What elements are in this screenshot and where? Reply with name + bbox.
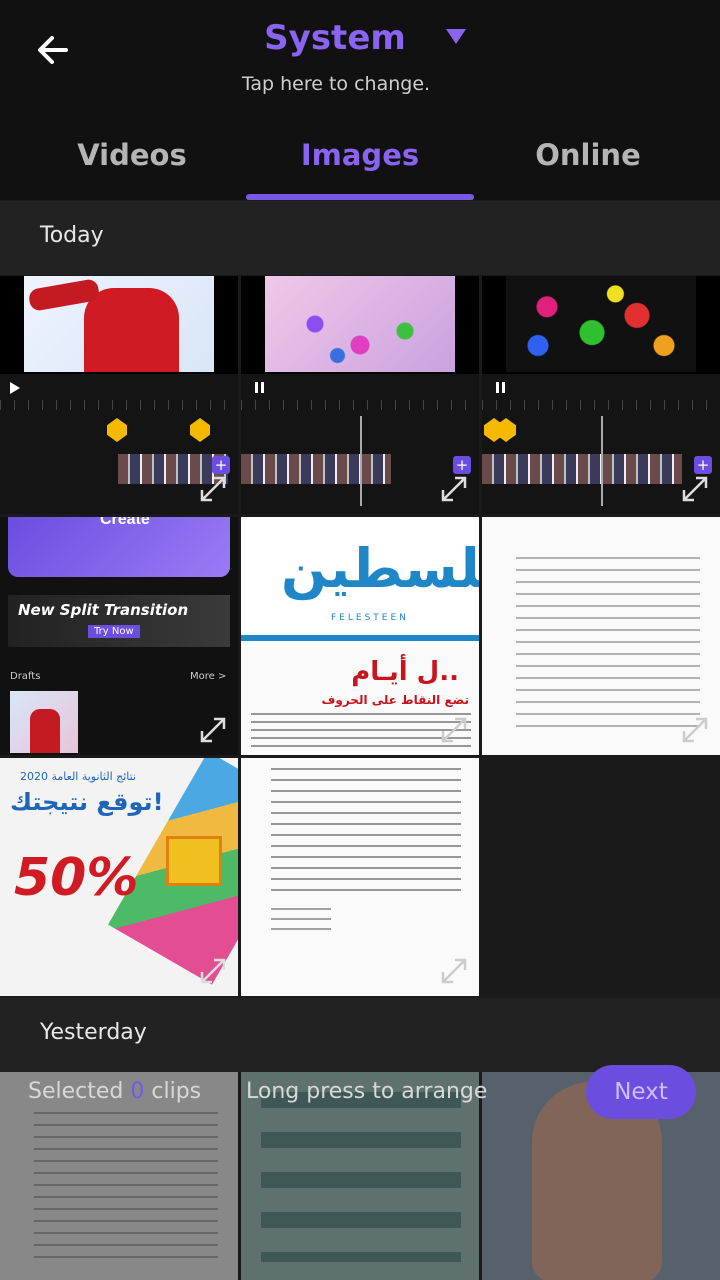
create-label: Create xyxy=(100,517,150,528)
timeline-ruler xyxy=(482,400,720,410)
promo-header: نتائج الثانوية العامة 2020 xyxy=(20,770,137,783)
arrange-hint: Long press to arrange xyxy=(246,1079,488,1104)
masthead-subtitle: FELESTEEN xyxy=(331,613,409,623)
image-thumbnail[interactable]: + xyxy=(0,276,238,514)
expand-icon[interactable] xyxy=(680,474,710,504)
pause-icon xyxy=(496,382,499,393)
newspaper-subheadline: تضع النقاط على الحروف xyxy=(321,693,469,707)
timeline-ruler xyxy=(0,400,238,410)
selected-suffix: clips xyxy=(151,1079,202,1104)
section-label: Today xyxy=(40,223,104,248)
newspaper-masthead: فلسطين FELESTEEN xyxy=(241,517,479,647)
playhead xyxy=(360,416,362,506)
dropdown-caret-icon[interactable] xyxy=(445,28,467,46)
expand-icon[interactable] xyxy=(198,474,228,504)
image-thumbnail[interactable]: + xyxy=(482,276,720,514)
masthead-title: فلسطين xyxy=(281,537,479,600)
section-header-today: Today xyxy=(0,201,720,275)
draft-thumbnail xyxy=(10,691,78,753)
active-tab-indicator xyxy=(246,194,474,200)
promo-title: توقع نتيجتك! xyxy=(10,788,164,816)
preview-frame xyxy=(24,276,214,372)
album-change-hint[interactable]: Tap here to change. xyxy=(0,73,672,95)
clip-track xyxy=(241,454,391,484)
gift-box xyxy=(166,836,222,886)
add-clip-icon: + xyxy=(694,456,712,474)
banner-text: New Split Transition xyxy=(18,601,189,619)
image-thumbnail[interactable]: Create New Split Transition Try Now Draf… xyxy=(0,517,238,755)
playhead xyxy=(601,416,603,506)
add-clip-icon: + xyxy=(453,456,471,474)
banner-badge: Try Now xyxy=(88,625,140,638)
image-thumbnail[interactable]: نتائج الثانوية العامة 2020 توقع نتيجتك! … xyxy=(0,758,238,996)
drafts-label: Drafts xyxy=(10,671,41,682)
tab-images[interactable]: Images xyxy=(246,138,474,172)
clip-track xyxy=(482,454,682,484)
next-button[interactable]: Next xyxy=(586,1065,696,1119)
expand-icon[interactable] xyxy=(680,715,710,745)
section-header-yesterday: Yesterday xyxy=(0,998,720,1072)
transition-banner: New Split Transition Try Now xyxy=(8,595,230,647)
add-clip-icon: + xyxy=(212,456,230,474)
pause-icon xyxy=(255,382,258,393)
expand-icon[interactable] xyxy=(439,474,469,504)
expand-icon[interactable] xyxy=(439,956,469,986)
preview-frame xyxy=(506,276,696,372)
image-thumbnail[interactable]: + xyxy=(241,276,479,514)
more-label: More > xyxy=(190,671,227,682)
section-label: Yesterday xyxy=(40,1020,147,1045)
image-thumbnail[interactable] xyxy=(482,517,720,755)
selection-status: Selected 0 clips xyxy=(28,1079,201,1104)
image-thumbnail[interactable]: فلسطين FELESTEEN ل أيـام.. تضع النقاط عل… xyxy=(241,517,479,755)
image-thumbnail[interactable] xyxy=(241,758,479,996)
create-card: Create xyxy=(8,517,230,577)
preview-frame xyxy=(265,276,455,372)
selected-prefix: Selected xyxy=(28,1079,124,1104)
tab-online[interactable]: Online xyxy=(474,138,702,172)
promo-discount: 50% xyxy=(14,848,139,908)
selected-count: 0 xyxy=(130,1079,145,1104)
timeline-ruler xyxy=(241,400,479,410)
expand-icon[interactable] xyxy=(198,715,228,745)
expand-icon[interactable] xyxy=(198,956,228,986)
tab-videos[interactable]: Videos xyxy=(18,138,246,172)
expand-icon[interactable] xyxy=(439,715,469,745)
play-icon xyxy=(10,382,20,394)
newspaper-headline: ل أيـام.. xyxy=(351,657,459,687)
album-title[interactable]: System xyxy=(0,18,670,58)
document-text xyxy=(516,557,700,735)
